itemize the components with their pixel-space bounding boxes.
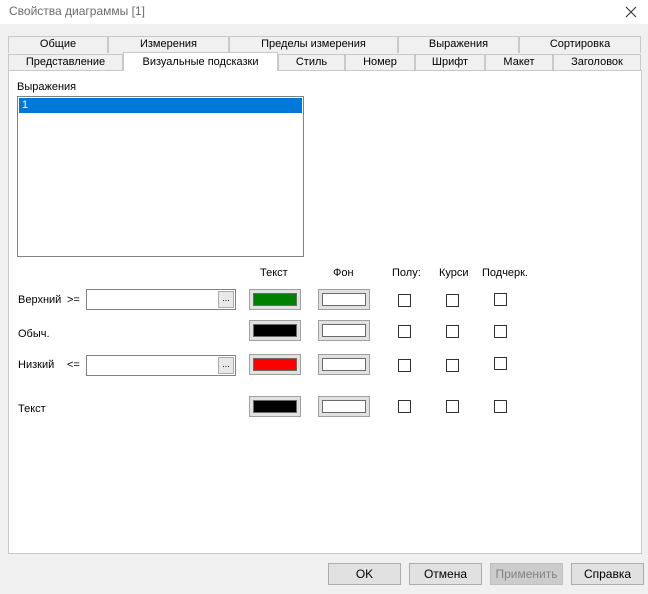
normal-text-color-button[interactable] — [249, 320, 301, 341]
list-item[interactable]: 1 — [19, 98, 302, 113]
text-label: Текст — [18, 403, 46, 415]
text-text-color-swatch — [253, 400, 297, 413]
normal-italic-checkbox[interactable] — [446, 325, 459, 338]
upper-bold-checkbox[interactable] — [398, 294, 411, 307]
text-italic-checkbox[interactable] — [446, 400, 459, 413]
tab-sorting[interactable]: Сортировка — [519, 36, 641, 53]
close-icon[interactable] — [620, 1, 642, 23]
help-button[interactable]: Справка — [571, 563, 644, 585]
column-header-italic: Курси — [439, 267, 469, 279]
expressions-list[interactable]: 1 — [17, 96, 304, 257]
expressions-label: Выражения — [17, 81, 77, 93]
lower-browse-button[interactable]: ... — [218, 357, 234, 374]
tab-style[interactable]: Стиль — [278, 54, 345, 71]
tab-expressions[interactable]: Выражения — [398, 36, 519, 53]
text-bg-color-button[interactable] — [318, 396, 370, 417]
ok-button[interactable]: OK — [328, 563, 401, 585]
tab-font[interactable]: Шрифт — [415, 54, 485, 71]
text-underline-checkbox[interactable] — [494, 400, 507, 413]
tab-visual-cues[interactable]: Визуальные подсказки — [123, 52, 278, 71]
chart-properties-dialog: Свойства диаграммы [1] Общие Измерения П… — [0, 0, 648, 594]
normal-bg-color-swatch — [322, 324, 366, 337]
normal-label: Обыч. — [18, 328, 50, 340]
tab-presentation[interactable]: Представление — [8, 54, 123, 71]
text-bg-color-swatch — [322, 400, 366, 413]
tab-dimension-limits[interactable]: Пределы измерения — [229, 36, 398, 53]
upper-browse-button[interactable]: ... — [218, 291, 234, 308]
lower-bg-color-button[interactable] — [318, 354, 370, 375]
normal-bg-color-button[interactable] — [318, 320, 370, 341]
lower-text-color-button[interactable] — [249, 354, 301, 375]
upper-text-color-swatch — [253, 293, 297, 306]
normal-underline-checkbox[interactable] — [494, 325, 507, 338]
upper-bg-color-button[interactable] — [318, 289, 370, 310]
column-header-bold: Полу: — [392, 267, 421, 279]
upper-label: Верхний — [18, 294, 62, 306]
column-header-background: Фон — [333, 267, 354, 279]
upper-threshold-input[interactable]: ... — [86, 289, 236, 310]
upper-italic-checkbox[interactable] — [446, 294, 459, 307]
tab-caption[interactable]: Заголовок — [553, 54, 641, 71]
lower-bg-color-swatch — [322, 358, 366, 371]
text-bold-checkbox[interactable] — [398, 400, 411, 413]
upper-operator: >= — [67, 294, 80, 306]
tab-layout[interactable]: Макет — [485, 54, 553, 71]
tab-dimensions[interactable]: Измерения — [108, 36, 229, 53]
lower-label: Низкий — [18, 359, 55, 371]
tab-general[interactable]: Общие — [8, 36, 108, 53]
apply-button[interactable]: Применить — [490, 563, 563, 585]
lower-italic-checkbox[interactable] — [446, 359, 459, 372]
column-header-text: Текст — [260, 267, 288, 279]
lower-bold-checkbox[interactable] — [398, 359, 411, 372]
cancel-button[interactable]: Отмена — [409, 563, 482, 585]
text-text-color-button[interactable] — [249, 396, 301, 417]
upper-underline-checkbox[interactable] — [494, 293, 507, 306]
upper-text-color-button[interactable] — [249, 289, 301, 310]
lower-threshold-input[interactable]: ... — [86, 355, 236, 376]
tab-number[interactable]: Номер — [345, 54, 415, 71]
title-bar: Свойства диаграммы [1] — [0, 0, 648, 24]
normal-bold-checkbox[interactable] — [398, 325, 411, 338]
column-header-underline: Подчерк. — [482, 267, 529, 279]
normal-text-color-swatch — [253, 324, 297, 337]
lower-text-color-swatch — [253, 358, 297, 371]
upper-bg-color-swatch — [322, 293, 366, 306]
lower-operator: <= — [67, 359, 80, 371]
lower-underline-checkbox[interactable] — [494, 357, 507, 370]
window-title: Свойства диаграммы [1] — [9, 4, 145, 18]
